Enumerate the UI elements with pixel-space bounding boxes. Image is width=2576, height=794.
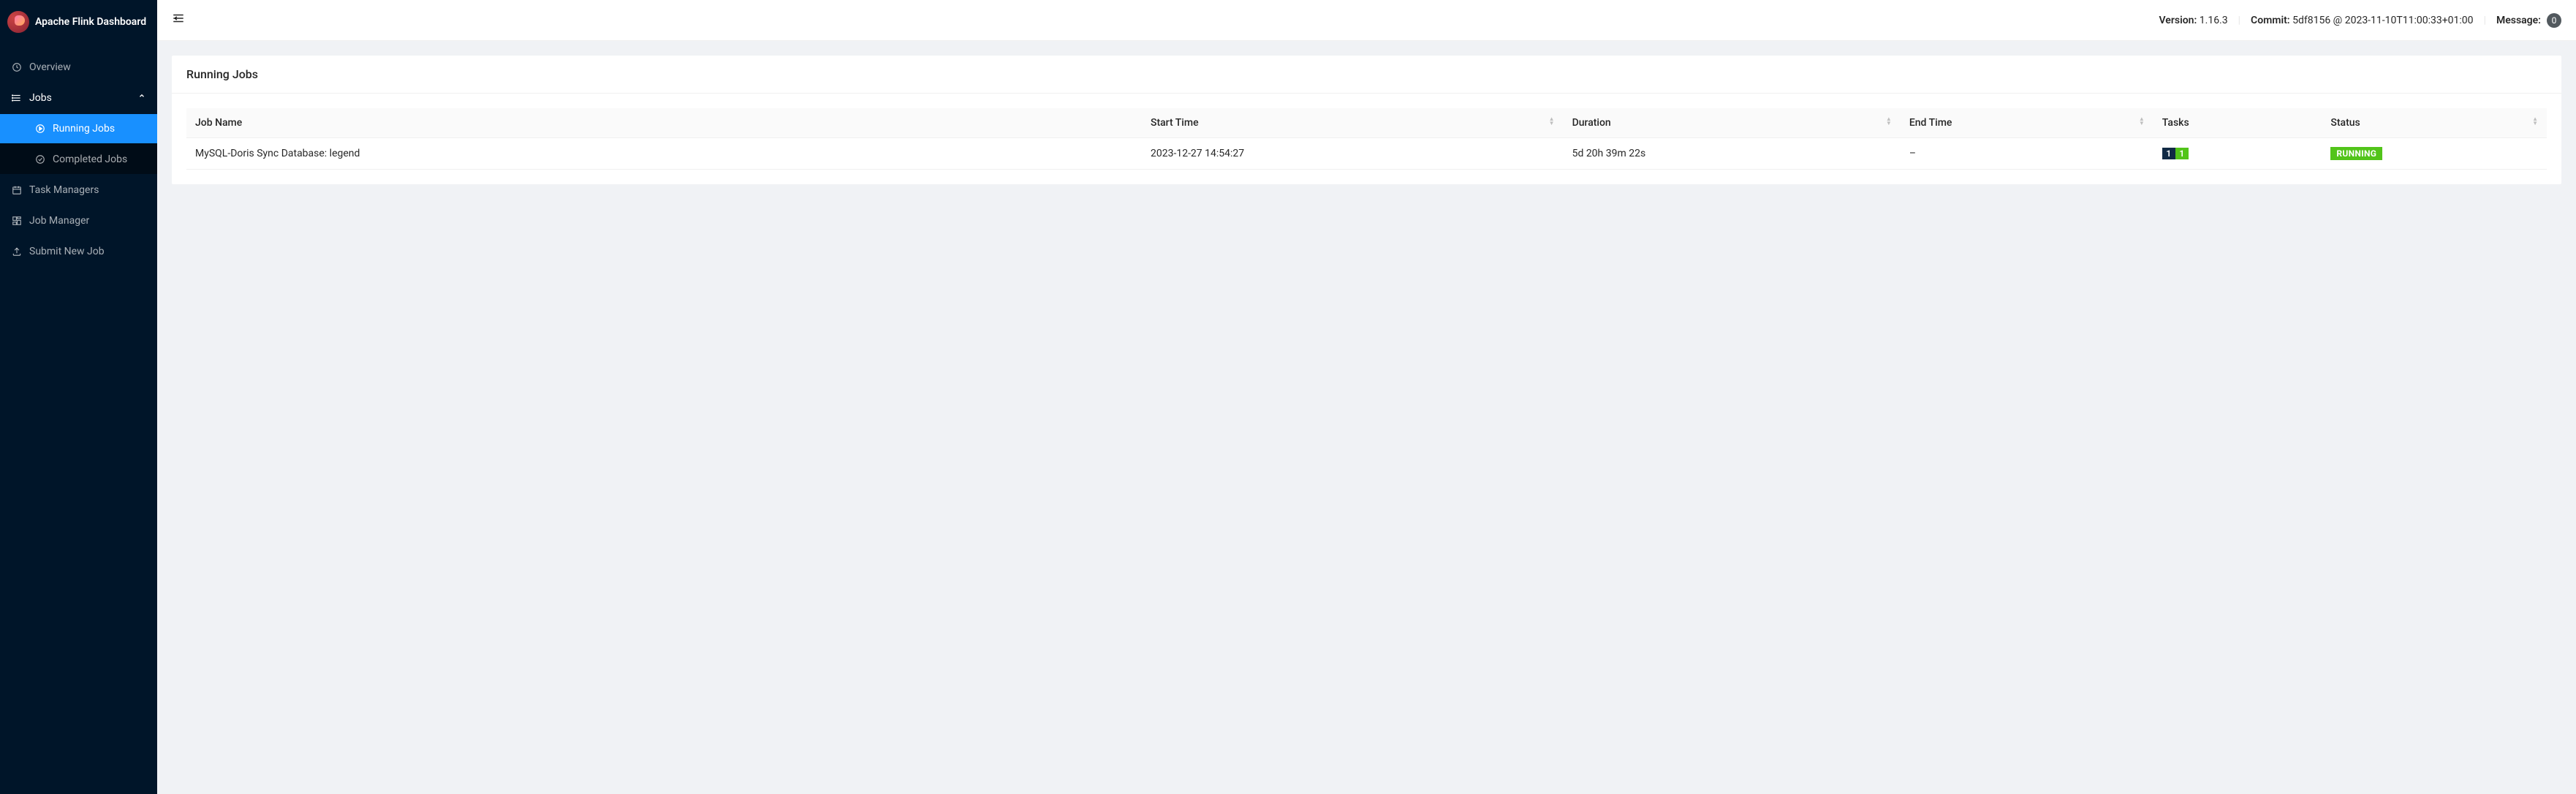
col-status[interactable]: Status ▲▼: [2322, 108, 2547, 138]
message-label: Message:: [2496, 15, 2541, 26]
chevron-up-icon: [138, 83, 145, 113]
sidebar-item-label: Task Managers: [29, 175, 99, 205]
schedule-icon: [12, 185, 22, 195]
tasks-running-badge: 1: [2175, 148, 2189, 159]
version-info: Version: 1.16.3: [2159, 15, 2228, 26]
bars-icon: [12, 93, 22, 103]
cell-job-name: MySQL-Doris Sync Database: legend: [186, 138, 1142, 170]
message-info[interactable]: Message:: [2496, 15, 2541, 26]
sort-icon: ▲▼: [1549, 117, 1555, 126]
sidebar-item-overview[interactable]: Overview: [0, 53, 157, 82]
sidebar-item-label: Job Manager: [29, 206, 89, 235]
sidebar: Apache Flink Dashboard Overview Jobs: [0, 0, 157, 794]
app-title: Apache Flink Dashboard: [35, 16, 146, 28]
sidebar-item-label: Overview: [29, 53, 71, 82]
build-icon: [12, 216, 22, 226]
sidebar-submenu-jobs: Jobs Running Jobs: [0, 83, 157, 174]
tasks-total-badge: 1: [2162, 148, 2175, 159]
upload-icon: [12, 246, 22, 257]
col-start-time[interactable]: Start Time ▲▼: [1142, 108, 1564, 138]
version-label: Version:: [2159, 15, 2197, 26]
cell-status: RUNNING: [2322, 138, 2547, 170]
sort-icon: ▲▼: [2139, 117, 2145, 126]
sidebar-item-label: Submit New Job: [29, 237, 105, 266]
jobs-table: Job Name Start Time ▲▼ Duration ▲▼: [186, 108, 2547, 170]
nav-menu: Overview Jobs R: [0, 44, 157, 266]
sidebar-item-label: Jobs: [29, 83, 52, 113]
cell-duration: 5d 20h 39m 22s: [1564, 138, 1901, 170]
menu-fold-icon[interactable]: [172, 12, 185, 29]
cell-start-time: 2023-12-27 14:54:27: [1142, 138, 1564, 170]
commit-info: Commit: 5df8156 @ 2023-11-10T11:00:33+01…: [2251, 15, 2474, 26]
running-jobs-card: Running Jobs Job Name Start Time ▲▼: [172, 56, 2561, 184]
sort-icon: ▲▼: [1886, 117, 1892, 126]
commit-value: 5df8156 @ 2023-11-10T11:00:33+01:00: [2292, 15, 2473, 26]
col-tasks[interactable]: Tasks: [2153, 108, 2322, 138]
dashboard-icon: [12, 62, 22, 72]
status-badge: RUNNING: [2330, 147, 2382, 160]
sidebar-item-completed-jobs[interactable]: Completed Jobs: [0, 145, 157, 174]
divider-icon: |: [2238, 15, 2240, 26]
cell-end-time: –: [1901, 138, 2153, 170]
col-duration[interactable]: Duration ▲▼: [1564, 108, 1901, 138]
sidebar-item-label: Completed Jobs: [53, 145, 127, 174]
message-count-badge[interactable]: 0: [2547, 13, 2561, 28]
page-title: Running Jobs: [172, 56, 2561, 94]
sidebar-item-running-jobs[interactable]: Running Jobs: [0, 114, 157, 143]
sidebar-item-submit-new-job[interactable]: Submit New Job: [0, 237, 157, 266]
version-value: 1.16.3: [2200, 15, 2228, 26]
sidebar-item-label: Running Jobs: [53, 114, 115, 143]
sidebar-item-jobs[interactable]: Jobs: [0, 83, 157, 113]
table-row[interactable]: MySQL-Doris Sync Database: legend 2023-1…: [186, 138, 2547, 170]
sidebar-item-job-manager[interactable]: Job Manager: [0, 206, 157, 235]
sort-icon: ▲▼: [2532, 117, 2538, 126]
sidebar-item-task-managers[interactable]: Task Managers: [0, 175, 157, 205]
play-circle-icon: [35, 124, 45, 134]
app-logo[interactable]: Apache Flink Dashboard: [0, 0, 157, 44]
cell-tasks: 11: [2153, 138, 2322, 170]
col-job-name[interactable]: Job Name: [186, 108, 1142, 138]
divider-icon: |: [2484, 15, 2486, 26]
col-end-time[interactable]: End Time ▲▼: [1901, 108, 2153, 138]
flink-logo-icon: [7, 11, 29, 33]
main-content: Version: 1.16.3 | Commit: 5df8156 @ 2023…: [157, 0, 2576, 794]
check-circle-icon: [35, 154, 45, 165]
top-bar: Version: 1.16.3 | Commit: 5df8156 @ 2023…: [157, 0, 2576, 41]
commit-label: Commit:: [2251, 15, 2290, 26]
